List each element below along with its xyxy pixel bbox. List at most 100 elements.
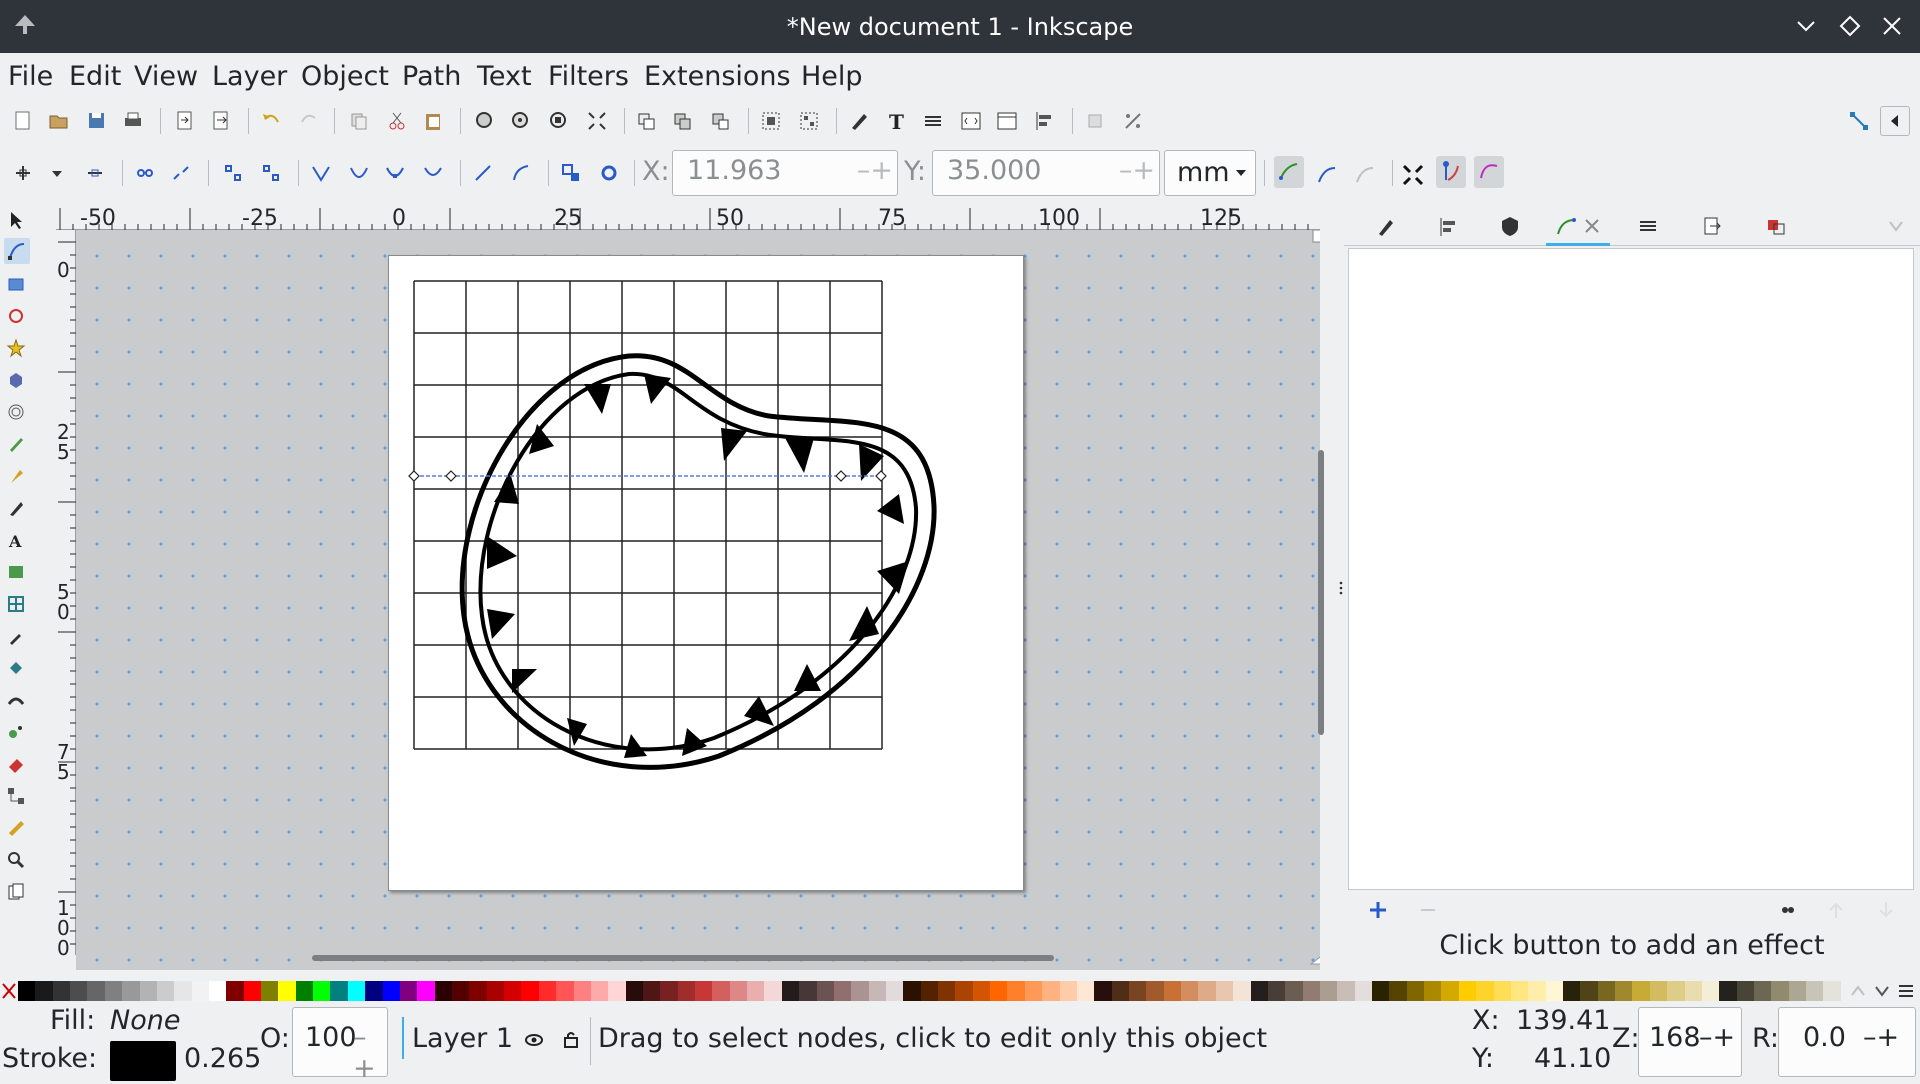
node-smooth-icon[interactable]	[346, 160, 372, 186]
path-with-effect[interactable]	[459, 353, 937, 770]
menu-help[interactable]: Help	[801, 61, 863, 92]
node-auto-smooth-icon[interactable]	[420, 160, 446, 186]
node-cusp-icon[interactable]	[308, 160, 334, 186]
undo-icon[interactable]	[258, 108, 284, 134]
spiral-tool-icon[interactable]	[6, 402, 26, 422]
open-icon[interactable]	[46, 108, 72, 134]
text-font-icon[interactable]: T	[884, 108, 910, 134]
align-distribute-icon[interactable]	[1032, 108, 1058, 134]
color-swatch[interactable]	[313, 981, 331, 1001]
clone-icon[interactable]	[670, 108, 696, 134]
color-swatch[interactable]	[660, 981, 678, 1001]
color-swatch[interactable]	[191, 981, 209, 1001]
color-swatch[interactable]	[1510, 981, 1529, 1001]
zoom-page-width-icon[interactable]	[584, 108, 610, 134]
menu-extensions[interactable]: Extensions	[644, 61, 791, 92]
color-swatch[interactable]	[556, 981, 574, 1001]
join-segment-icon[interactable]	[220, 160, 246, 186]
layers-icon[interactable]	[920, 108, 946, 134]
canvas-horizontal-scrollbar[interactable]	[312, 955, 1054, 961]
insert-node-icon[interactable]	[10, 160, 36, 186]
color-swatch[interactable]	[174, 981, 192, 1001]
color-swatch[interactable]	[1354, 981, 1373, 1001]
node-symmetric-icon[interactable]	[382, 160, 408, 186]
color-swatch[interactable]	[799, 981, 817, 1001]
selector-tool-icon[interactable]	[6, 210, 26, 230]
group-icon[interactable]	[758, 108, 784, 134]
new-document-icon[interactable]	[10, 108, 36, 134]
color-swatch[interactable]	[851, 981, 869, 1001]
color-swatch[interactable]	[1806, 981, 1824, 1001]
duplicate-icon[interactable]	[634, 108, 660, 134]
node-y-field[interactable]: 35.000 –+	[932, 150, 1160, 196]
snap-toggle-icon[interactable]	[1846, 108, 1872, 134]
move-effect-up-icon[interactable]	[1824, 898, 1848, 922]
color-swatch[interactable]	[1007, 981, 1025, 1001]
drawing-canvas[interactable]	[76, 230, 1320, 970]
color-swatch[interactable]	[1111, 981, 1129, 1001]
tab-path-effects[interactable]	[1546, 206, 1610, 246]
gradient-tool-icon[interactable]	[6, 562, 26, 582]
fill-stroke-tab-icon[interactable]	[1374, 214, 1398, 238]
measure-tool-icon[interactable]	[6, 818, 26, 838]
zoom-stepper[interactable]: –+	[1699, 1022, 1735, 1053]
color-swatch[interactable]	[1736, 981, 1754, 1001]
color-swatch[interactable]	[1719, 981, 1737, 1001]
color-swatch[interactable]	[1771, 981, 1789, 1001]
menu-view[interactable]: View	[134, 61, 198, 92]
node-tool-active[interactable]	[4, 238, 30, 264]
color-swatch[interactable]	[1424, 981, 1442, 1001]
redo-icon[interactable]	[296, 108, 322, 134]
text-tool-icon[interactable]: A	[6, 530, 26, 550]
menu-text[interactable]: Text	[477, 61, 532, 92]
color-swatch[interactable]	[1597, 981, 1616, 1001]
color-swatch[interactable]	[1389, 981, 1407, 1001]
color-swatch[interactable]	[833, 981, 852, 1001]
color-swatch[interactable]	[1458, 981, 1477, 1001]
menu-layer[interactable]: Layer	[212, 61, 287, 92]
color-swatch[interactable]	[1285, 981, 1303, 1001]
no-paint-swatch[interactable]	[0, 981, 18, 1001]
opacity-stepper[interactable]: –+	[353, 1022, 387, 1084]
export-tab-icon[interactable]	[1700, 214, 1724, 238]
color-swatch[interactable]	[538, 981, 557, 1001]
color-swatch[interactable]	[712, 981, 730, 1001]
color-swatch[interactable]	[1250, 981, 1268, 1001]
document-properties-icon[interactable]	[994, 108, 1020, 134]
color-swatch[interactable]	[365, 981, 383, 1001]
document-page[interactable]	[388, 255, 1024, 891]
node-x-field[interactable]: 11.963 –+	[672, 150, 898, 196]
canvas-corner-icon[interactable]	[1308, 950, 1320, 968]
color-swatch[interactable]	[1372, 981, 1390, 1001]
delete-node-icon[interactable]	[82, 160, 108, 186]
toolbar-overflow-button[interactable]	[1880, 106, 1910, 136]
color-swatch[interactable]	[330, 981, 348, 1001]
insert-node-dropdown-icon[interactable]	[44, 160, 70, 186]
pencil-tool-icon[interactable]	[6, 434, 26, 454]
paint-bucket-tool-icon[interactable]	[6, 658, 26, 678]
color-swatch[interactable]	[226, 981, 244, 1001]
paste-icon[interactable]	[420, 108, 446, 134]
show-handles-toggle[interactable]	[1274, 156, 1304, 188]
stroke-color-swatch[interactable]	[110, 1041, 176, 1081]
color-swatch[interactable]	[1753, 981, 1772, 1001]
transform-icon[interactable]	[1120, 108, 1146, 134]
color-swatch[interactable]	[1649, 981, 1668, 1001]
color-swatch[interactable]	[1545, 981, 1563, 1001]
menu-edit[interactable]: Edit	[69, 61, 121, 92]
color-swatch[interactable]	[347, 981, 366, 1001]
color-swatch[interactable]	[764, 981, 782, 1001]
color-swatch[interactable]	[1667, 981, 1685, 1001]
zoom-drawing-icon[interactable]	[508, 108, 534, 134]
color-swatch[interactable]	[1024, 981, 1043, 1001]
color-swatch[interactable]	[1580, 981, 1598, 1001]
color-swatch[interactable]	[781, 981, 800, 1001]
color-swatch[interactable]	[1823, 981, 1841, 1001]
color-swatch[interactable]	[70, 981, 88, 1001]
delete-segment-icon[interactable]	[258, 160, 284, 186]
color-swatch[interactable]	[261, 981, 279, 1001]
color-swatch[interactable]	[903, 981, 921, 1001]
color-palette[interactable]	[0, 981, 1920, 1001]
ellipse-tool-icon[interactable]	[6, 306, 26, 326]
break-path-icon[interactable]	[168, 160, 194, 186]
